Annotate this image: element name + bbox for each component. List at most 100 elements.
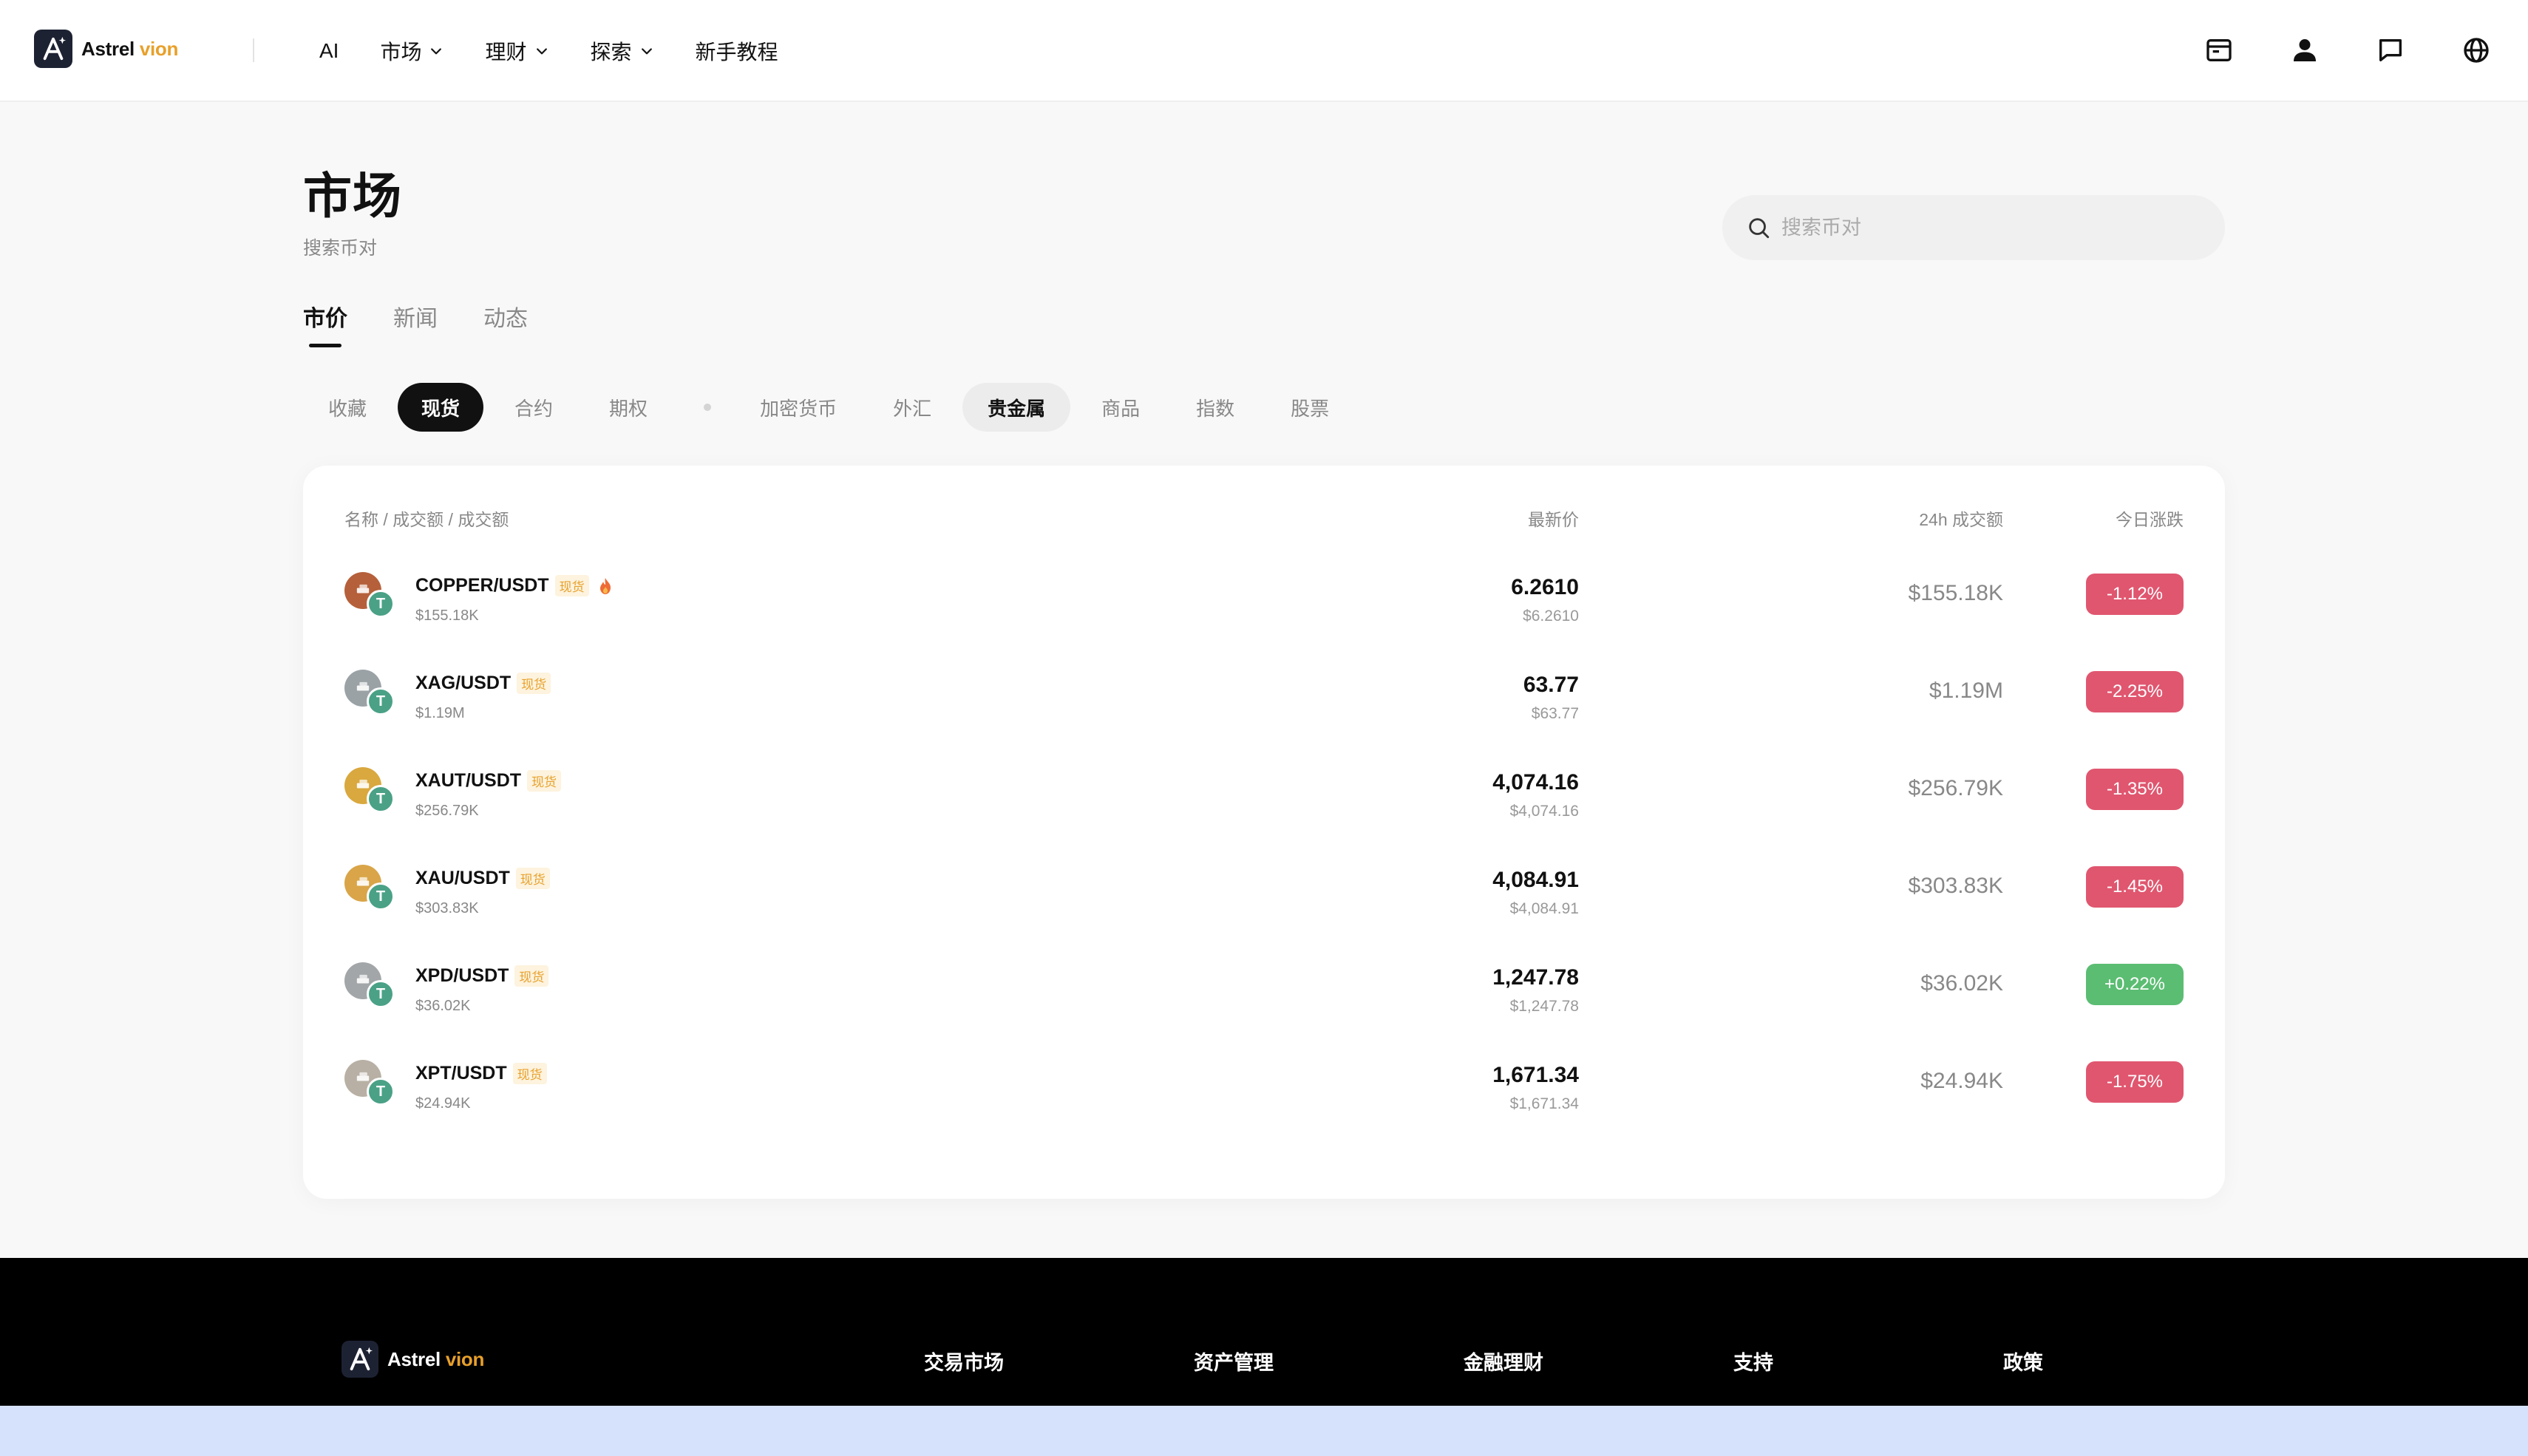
table-row[interactable]: T XAUT/USDT 现货 $256.79K 4,074.16 $4,074.… (303, 738, 2225, 844)
table-row[interactable]: T XPD/USDT 现货 $36.02K 1,247.78 $1,247.78… (303, 933, 2225, 1039)
pair-name: XAG/USDT 现货 (415, 673, 551, 694)
chevron-down-icon (429, 44, 444, 58)
market-table: 名称 / 成交额 / 成交额 最新价 24h 成交额 今日涨跌 T COPPER… (303, 466, 2225, 1199)
usdt-icon: T (367, 1078, 395, 1106)
last-price-usd: $1,247.78 (1509, 998, 1579, 1015)
spot-tag: 现货 (554, 575, 589, 596)
pair-icon: T (344, 767, 396, 814)
filter-chip[interactable]: 股票 (1265, 383, 1355, 432)
footer-heading: 政策 (2003, 1352, 2043, 1374)
table-row[interactable]: T XPT/USDT 现货 $24.94K 1,671.34 $1,671.34… (303, 1030, 2225, 1137)
pair-sub-volume: $24.94K (415, 1095, 471, 1112)
usdt-icon: T (367, 590, 395, 618)
nav-item[interactable]: 市场 (380, 36, 444, 66)
change-badge: -1.12% (2086, 574, 2184, 615)
page-subtitle: 搜索币对 (303, 238, 378, 259)
user-icon[interactable] (2287, 33, 2323, 68)
pair-icon: T (344, 1060, 396, 1107)
filter-chip[interactable]: 商品 (1076, 383, 1166, 432)
footer-heading: 支持 (1733, 1352, 1773, 1374)
pair-symbol: XAG/USDT (415, 673, 512, 693)
tab[interactable]: 动态 (483, 300, 528, 347)
filter-chip[interactable]: 合约 (489, 383, 579, 432)
pair-symbol: COPPER/USDT (415, 575, 549, 596)
tab[interactable]: 新闻 (393, 300, 438, 347)
change-badge: -1.45% (2086, 866, 2184, 908)
footer: Astrel vion 交易市场 现货资产管理 我的资产金融理财 产品支持 新手… (0, 1258, 2528, 1426)
header-price[interactable]: 最新价 (1528, 506, 1579, 531)
search-box[interactable] (1722, 195, 2225, 260)
pair-name: XAU/USDT 现货 (415, 868, 550, 889)
header-name[interactable]: 名称 / 成交额 / 成交额 (344, 506, 509, 531)
footer-logo[interactable]: Astrel vion (342, 1341, 484, 1378)
nav-item[interactable]: 新手教程 (696, 36, 778, 66)
filter-chip[interactable]: 现货 (398, 383, 484, 432)
table-header: 名称 / 成交额 / 成交额 最新价 24h 成交额 今日涨跌 (303, 506, 2225, 535)
last-price: 1,247.78 (1492, 965, 1579, 990)
nav-item[interactable]: 探索 (591, 36, 654, 66)
volume-24h: $24.94K (1920, 1069, 2003, 1093)
last-price: 6.2610 (1511, 575, 1579, 599)
spot-tag: 现货 (527, 770, 562, 792)
pair-symbol: XPD/USDT (415, 965, 509, 986)
volume-24h: $303.83K (1908, 874, 2003, 898)
last-price-usd: $63.77 (1531, 705, 1579, 722)
pair-name: COPPER/USDT 现货 (415, 575, 613, 596)
pair-symbol: XPT/USDT (415, 1063, 507, 1084)
nav-item-label: 市场 (380, 41, 422, 64)
pair-icon: T (344, 865, 396, 912)
header-volume[interactable]: 24h 成交额 (1919, 506, 2003, 531)
pair-symbol: XAU/USDT (415, 868, 510, 888)
bottom-bar (0, 1406, 2528, 1456)
chevron-down-icon (639, 44, 654, 58)
filter-chip[interactable]: 外汇 (868, 383, 957, 432)
header-change[interactable]: 今日涨跌 (2116, 506, 2184, 531)
pair-icon: T (344, 962, 396, 1010)
filter-chip[interactable]: 加密货币 (735, 383, 863, 432)
pair-sub-volume: $303.83K (415, 900, 479, 916)
volume-24h: $155.18K (1908, 581, 2003, 605)
page-title: 市场 (303, 169, 402, 223)
table-row[interactable]: T XAG/USDT 现货 $1.19M 63.77 $63.77 $1.19M… (303, 640, 2225, 746)
header-actions (2201, 33, 2494, 68)
filter-chip[interactable]: 期权 (584, 383, 673, 432)
footer-heading: 资产管理 (1194, 1352, 1274, 1374)
table-row[interactable]: T COPPER/USDT 现货 $155.18K 6.2610 $6.2610… (303, 542, 2225, 649)
search-input[interactable] (1781, 216, 2195, 239)
last-price-usd: $6.2610 (1523, 608, 1579, 625)
logo-icon (342, 1341, 378, 1378)
change-badge: -2.25% (2086, 671, 2184, 712)
last-price-usd: $4,074.16 (1509, 803, 1579, 820)
nav-item[interactable]: AI (319, 39, 339, 63)
spot-tag: 现货 (514, 965, 549, 987)
pair-name: XPD/USDT 现货 (415, 965, 549, 987)
fire-icon (595, 577, 613, 595)
footer-brand-name: Astrel vion (387, 1347, 485, 1370)
spot-tag: 现货 (517, 673, 551, 694)
filter-chip[interactable]: 收藏 (303, 383, 393, 432)
message-icon[interactable] (2373, 33, 2408, 68)
chevron-down-icon (534, 44, 549, 58)
nav-item[interactable]: 理财 (485, 36, 548, 66)
nav-item-label: 新手教程 (695, 41, 778, 64)
last-price: 1,671.34 (1492, 1063, 1579, 1087)
last-price-usd: $1,671.34 (1509, 1095, 1579, 1112)
filter-chip[interactable]: 指数 (1171, 383, 1260, 432)
volume-24h: $36.02K (1920, 971, 2003, 996)
spot-tag: 现货 (512, 1063, 547, 1084)
pair-sub-volume: $155.18K (415, 608, 479, 624)
change-badge: +0.22% (2086, 964, 2184, 1005)
brand-logo[interactable]: Astrel vion (34, 30, 178, 68)
volume-24h: $1.19M (1929, 678, 2003, 703)
table-row[interactable]: T XAU/USDT 现货 $303.83K 4,084.91 $4,084.9… (303, 835, 2225, 942)
usdt-icon: T (367, 785, 395, 813)
tab[interactable]: 市价 (303, 300, 347, 347)
globe-icon[interactable] (2459, 33, 2494, 68)
footer-heading: 交易市场 (924, 1352, 1004, 1374)
search-icon (1749, 218, 1770, 239)
footer-heading: 金融理财 (1464, 1352, 1543, 1374)
last-price-usd: $4,084.91 (1509, 900, 1579, 917)
wallet-icon[interactable] (2201, 33, 2237, 68)
filter-chip[interactable]: 贵金属 (962, 383, 1071, 432)
usdt-icon: T (367, 980, 395, 1008)
